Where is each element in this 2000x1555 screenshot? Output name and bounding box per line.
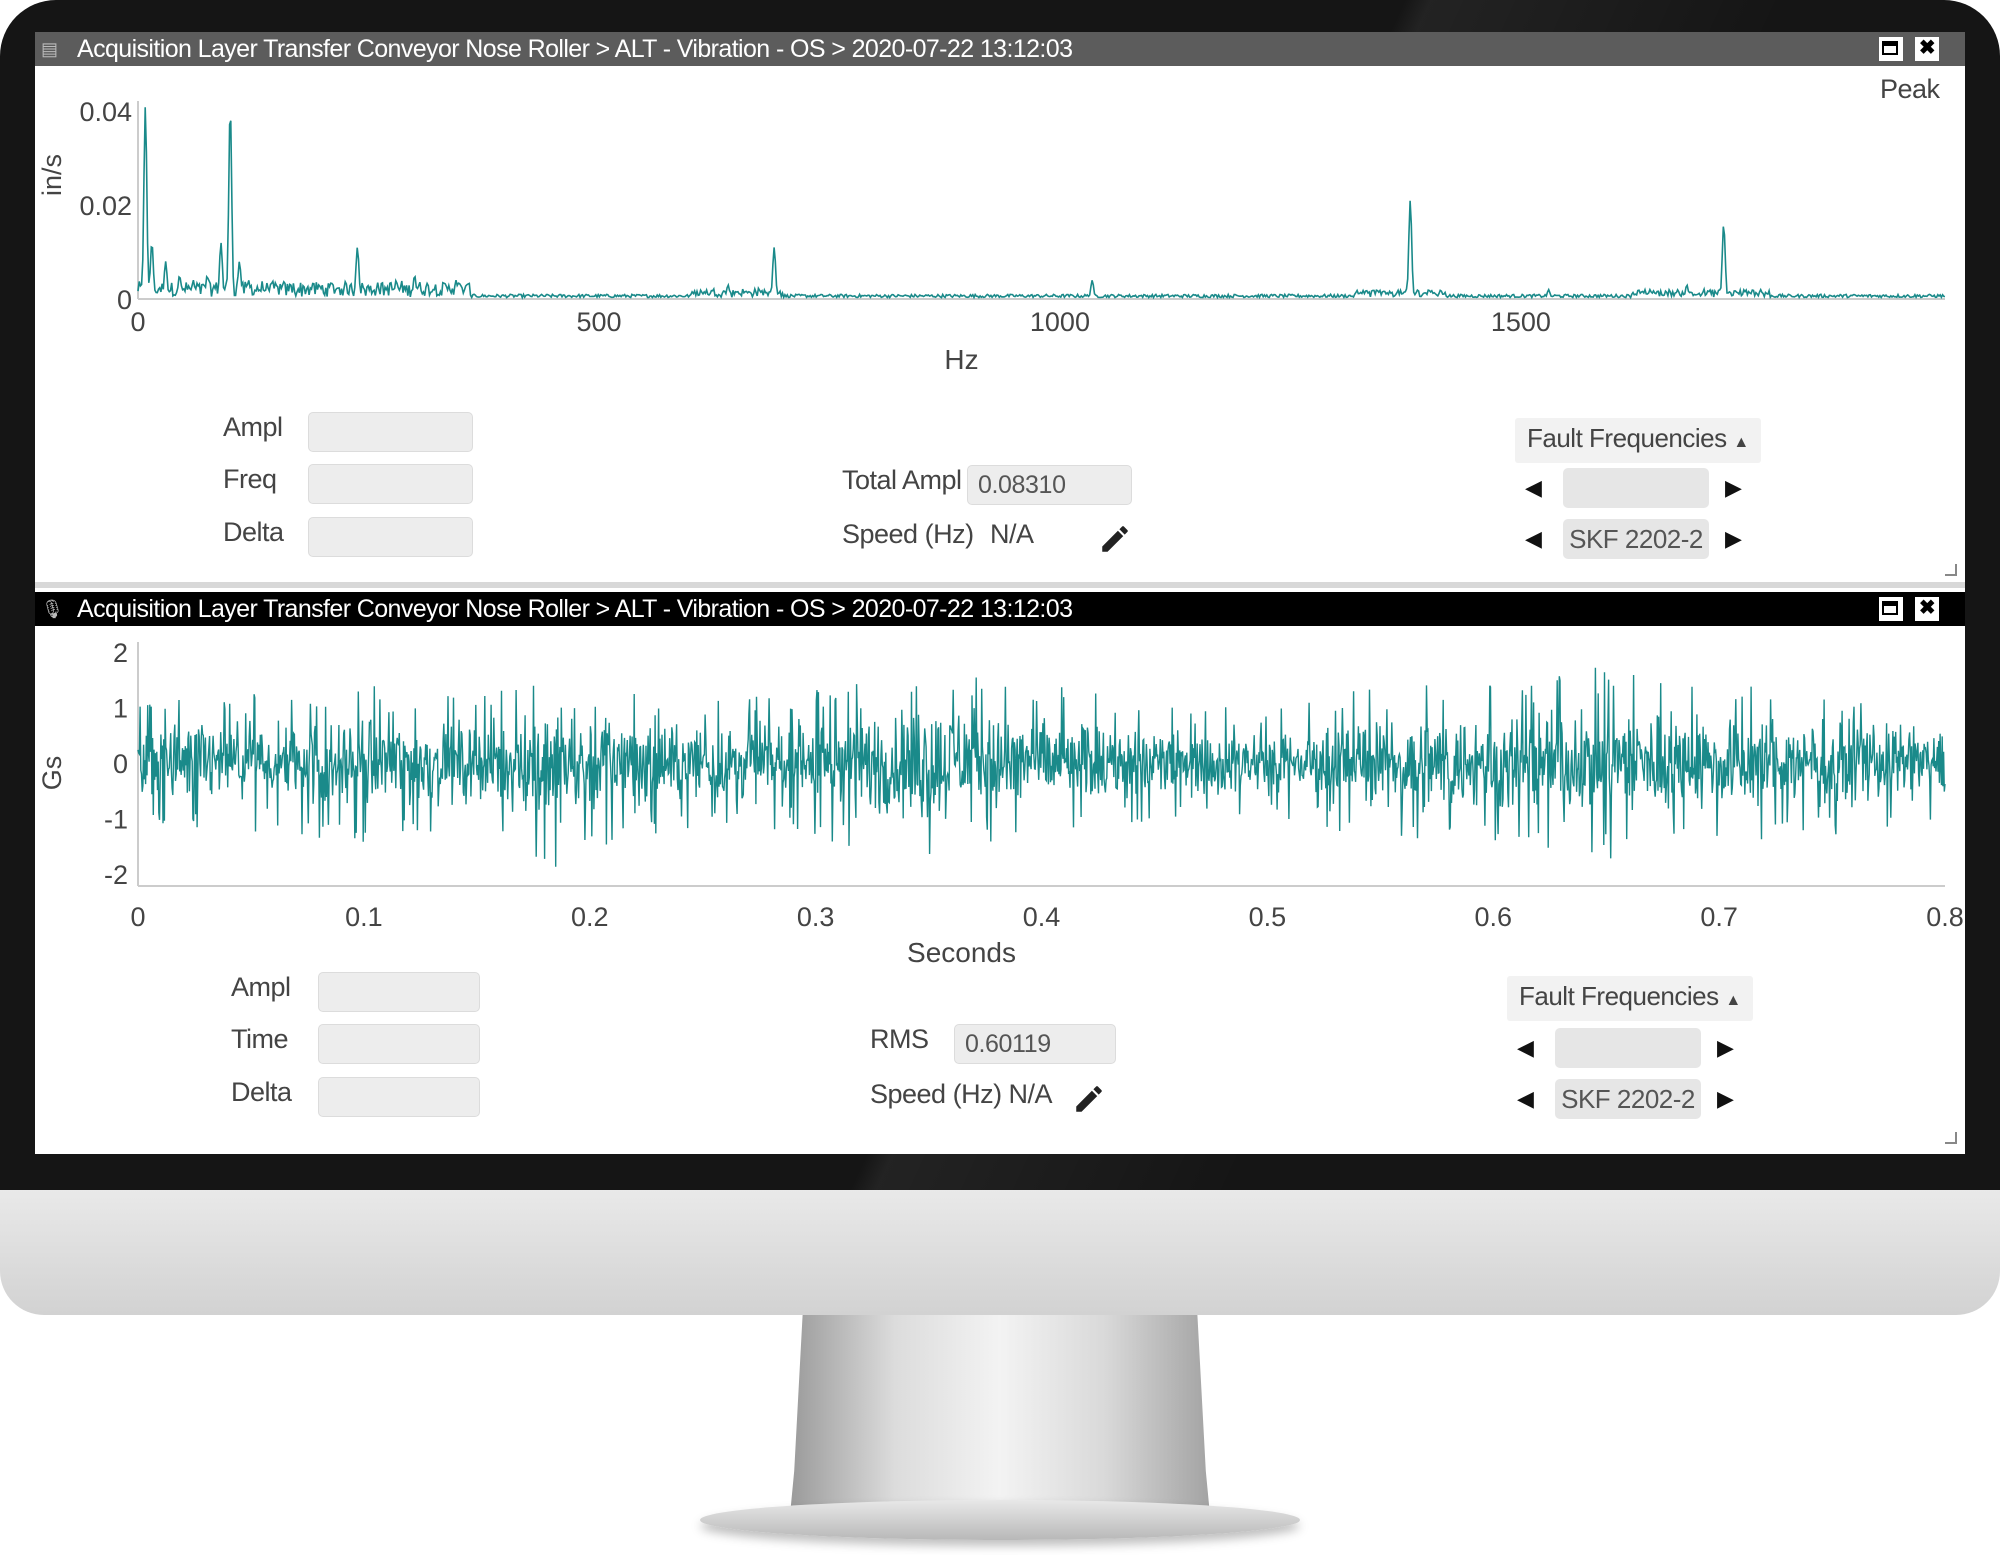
- waveform-chart[interactable]: -2 -1 0 1 2 0 0.1 0.2 0.3 0.4 0.5 0.6 0.7 0.8 Seconds G…: [35, 626, 1965, 996]
- caret-up-icon: ▲: [1725, 992, 1741, 1009]
- delta-label: Delta: [223, 517, 284, 547]
- total-ampl-field: 0.08310: [967, 465, 1132, 505]
- caret-up-icon: ▲: [1733, 434, 1749, 451]
- y-axis-label: in/s: [37, 154, 67, 196]
- spectrum-series-line: [137, 107, 1946, 300]
- chart-icon: ▤: [41, 39, 58, 59]
- fault-select-2[interactable]: SKF 2202-2: [1563, 519, 1709, 559]
- x-tick-label: 0.4: [1023, 902, 1061, 932]
- maximize-icon[interactable]: [1879, 37, 1903, 61]
- rms-label: RMS: [870, 1024, 929, 1054]
- y-axis-label: Gs: [37, 756, 67, 791]
- x-tick-label: 0.7: [1700, 902, 1738, 932]
- x-tick-label: 0: [130, 902, 145, 932]
- arrow-left-icon[interactable]: ◀: [1525, 468, 1542, 508]
- ampl-label: Ampl: [231, 972, 291, 1002]
- fault-frequencies-toggle[interactable]: Fault Frequencies ▲: [1507, 976, 1753, 1021]
- x-axis-label: Hz: [944, 344, 978, 375]
- delta-label: Delta: [231, 1077, 292, 1107]
- spectrum-titlebar[interactable]: ▤ Acquisition Layer Transfer Conveyor No…: [35, 32, 1965, 66]
- total-ampl-label: Total Ampl: [842, 465, 962, 495]
- x-tick-label: 0.3: [797, 902, 835, 932]
- arrow-right-icon[interactable]: ▶: [1717, 1079, 1734, 1119]
- y-tick-label: 1: [113, 694, 128, 724]
- delta-field[interactable]: [308, 517, 473, 557]
- spectrum-chart[interactable]: 00.020.040 500 1000 1500Hzin/s: [35, 66, 1965, 436]
- monitor-stand-foot: [700, 1500, 1300, 1540]
- rms-field: 0.60119: [954, 1024, 1116, 1064]
- y-tick-label: -1: [104, 805, 128, 835]
- x-tick-label: 500: [576, 307, 621, 337]
- fault-frequencies-label: Fault Frequencies: [1527, 423, 1727, 453]
- resize-handle[interactable]: [1945, 564, 1957, 576]
- waveform-window: 🎙 Acquisition Layer Transfer Conveyor No…: [35, 592, 1965, 1154]
- time-label: Time: [231, 1024, 289, 1054]
- waveform-titlebar[interactable]: 🎙 Acquisition Layer Transfer Conveyor No…: [35, 592, 1965, 626]
- freq-label: Freq: [223, 464, 277, 494]
- close-icon[interactable]: ✖: [1915, 37, 1939, 61]
- x-tick-label: 0.1: [345, 902, 383, 932]
- waveform-series-line: [137, 667, 1946, 867]
- arrow-left-icon[interactable]: ◀: [1525, 519, 1542, 559]
- y-tick-label: 0: [113, 749, 128, 779]
- pencil-icon[interactable]: [1098, 522, 1132, 556]
- speed-label: Speed (Hz): [842, 519, 974, 549]
- arrow-right-icon[interactable]: ▶: [1717, 1028, 1734, 1068]
- monitor-stand-neck: [790, 1315, 1210, 1515]
- pencil-icon[interactable]: [1072, 1082, 1106, 1116]
- x-tick-label: 0.8: [1926, 902, 1964, 932]
- maximize-icon[interactable]: [1879, 597, 1903, 621]
- arrow-right-icon[interactable]: ▶: [1725, 468, 1742, 508]
- y-tick-label: 0.02: [79, 191, 132, 221]
- spectrum-title: Acquisition Layer Transfer Conveyor Nose…: [77, 35, 1073, 63]
- monitor-chin: [0, 1190, 2000, 1315]
- peak-label: Peak: [1880, 74, 1940, 104]
- ampl-field[interactable]: [318, 972, 480, 1012]
- x-tick-label: 0.5: [1249, 902, 1287, 932]
- screen: ▤ Acquisition Layer Transfer Conveyor No…: [35, 32, 1965, 1154]
- time-field[interactable]: [318, 1024, 480, 1064]
- x-tick-label: 0.6: [1474, 902, 1512, 932]
- close-icon[interactable]: ✖: [1915, 597, 1939, 621]
- arrow-right-icon[interactable]: ▶: [1725, 519, 1742, 559]
- x-tick-label: 1000: [1030, 307, 1090, 337]
- speed-value: N/A: [990, 519, 1034, 549]
- arrow-left-icon[interactable]: ◀: [1517, 1079, 1534, 1119]
- fault-frequencies-toggle[interactable]: Fault Frequencies ▲: [1515, 418, 1761, 463]
- y-tick-label: 0.04: [79, 97, 132, 127]
- fault-select-1[interactable]: [1563, 468, 1709, 508]
- freq-field[interactable]: [308, 464, 473, 504]
- resize-handle[interactable]: [1945, 1132, 1957, 1144]
- waveform-title: Acquisition Layer Transfer Conveyor Nose…: [77, 595, 1073, 623]
- arrow-left-icon[interactable]: ◀: [1517, 1028, 1534, 1068]
- y-tick-label: 2: [113, 638, 128, 668]
- x-axis-label: Seconds: [907, 937, 1016, 968]
- speed-label: Speed (Hz) N/A: [870, 1079, 1053, 1109]
- window-divider: [35, 582, 1965, 588]
- ampl-label: Ampl: [223, 412, 283, 442]
- fault-frequencies-label: Fault Frequencies: [1519, 981, 1719, 1011]
- microphone-icon: 🎙: [41, 599, 64, 619]
- x-tick-label: 1500: [1491, 307, 1551, 337]
- spectrum-window: ▤ Acquisition Layer Transfer Conveyor No…: [35, 32, 1965, 584]
- x-tick-label: 0: [130, 307, 145, 337]
- ampl-field[interactable]: [308, 412, 473, 452]
- fault-select-2[interactable]: SKF 2202-2: [1555, 1079, 1701, 1119]
- x-tick-label: 0.2: [571, 902, 609, 932]
- delta-field[interactable]: [318, 1077, 480, 1117]
- fault-select-1[interactable]: [1555, 1028, 1701, 1068]
- y-tick-label: -2: [104, 860, 128, 890]
